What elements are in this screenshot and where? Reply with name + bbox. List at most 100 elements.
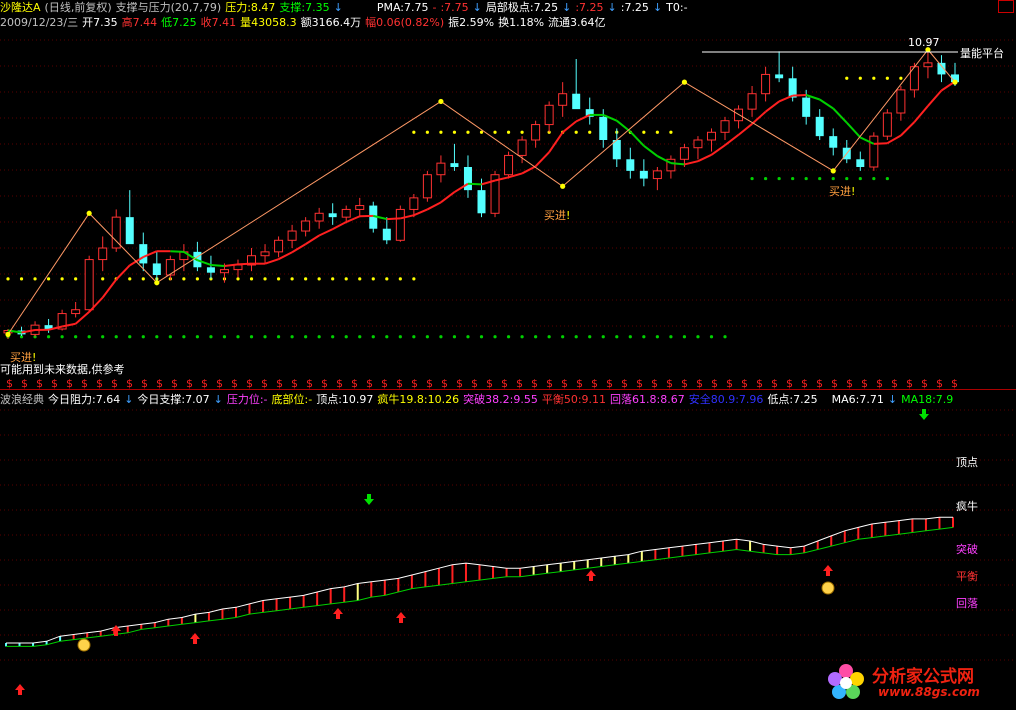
level-dot bbox=[331, 277, 335, 281]
level-dot bbox=[385, 277, 389, 281]
ma-line-segment bbox=[115, 264, 131, 281]
candle-body bbox=[572, 93, 581, 110]
chart-canvas[interactable]: $ $ $ $ $ $ $ $ $ $ $ $ $ $ $ $ $ $ $ $ $ $ $ $ $ $ $ $ $ $ $ $ $ $ $ $ $ $ $ $… bbox=[0, 0, 1016, 710]
candle-body bbox=[450, 163, 459, 167]
level-dot bbox=[236, 277, 240, 281]
dollar-marker: $ bbox=[531, 377, 538, 390]
level-dot bbox=[696, 335, 700, 339]
level-dot bbox=[872, 176, 876, 181]
money-bag-icon bbox=[821, 581, 835, 595]
level-dot bbox=[574, 335, 578, 339]
dollar-marker: $ bbox=[636, 377, 643, 390]
level-dot bbox=[249, 335, 254, 339]
candle-body bbox=[260, 251, 270, 257]
candle-body bbox=[219, 269, 229, 274]
level-dot bbox=[588, 335, 592, 339]
level-dot bbox=[195, 277, 199, 281]
candle-body bbox=[720, 120, 730, 133]
level-dot bbox=[155, 335, 159, 339]
candle-body bbox=[679, 147, 689, 160]
level-dot bbox=[371, 277, 375, 281]
level-dot bbox=[439, 130, 443, 134]
candle-body bbox=[544, 104, 554, 126]
dollar-marker: $ bbox=[261, 377, 268, 390]
zigzag-point bbox=[5, 331, 11, 337]
level-crazy-bull: 疯牛 bbox=[956, 500, 978, 513]
level-dot bbox=[344, 335, 348, 339]
candle-body bbox=[652, 170, 662, 180]
ma-line-segment bbox=[534, 151, 550, 168]
dollar-marker: $ bbox=[921, 377, 928, 390]
ma-line-segment bbox=[697, 153, 712, 163]
level-dot bbox=[466, 130, 470, 134]
dollar-marker: $ bbox=[606, 377, 613, 390]
candle-body bbox=[856, 159, 865, 167]
candle-body bbox=[517, 139, 527, 156]
dollar-marker: $ bbox=[876, 377, 883, 390]
ma-line-segment bbox=[278, 251, 293, 261]
ma-line-segment bbox=[670, 162, 685, 166]
dollar-marker: $ bbox=[906, 377, 913, 390]
level-dot bbox=[141, 335, 145, 339]
candle-body bbox=[341, 208, 351, 218]
dollar-marker: $ bbox=[96, 377, 103, 390]
dollar-marker: $ bbox=[561, 377, 568, 390]
dollar-marker: $ bbox=[831, 377, 838, 390]
level-dot bbox=[6, 277, 10, 281]
ma-line-segment bbox=[684, 160, 699, 166]
ma-line-segment bbox=[291, 243, 307, 254]
watermark-title: 分析家公式网 bbox=[872, 667, 974, 687]
ma-line-segment bbox=[264, 258, 279, 265]
level-dot bbox=[642, 335, 646, 339]
dollar-marker: $ bbox=[666, 377, 673, 390]
site-watermark: 分析家公式网 www.88gs.com bbox=[820, 660, 1010, 704]
zigzag-point bbox=[86, 210, 92, 216]
level-dot bbox=[723, 335, 727, 339]
level-dot bbox=[479, 130, 484, 134]
level-dot bbox=[33, 277, 37, 281]
ma-line-segment bbox=[562, 120, 577, 134]
dollar-marker: $ bbox=[366, 377, 373, 390]
level-dot bbox=[845, 76, 849, 80]
level-dot bbox=[669, 130, 673, 134]
candle-body bbox=[125, 217, 134, 245]
level-dot bbox=[520, 130, 524, 134]
candle-body bbox=[152, 263, 161, 275]
ma-line-segment bbox=[413, 208, 428, 217]
candle-body bbox=[463, 167, 472, 191]
level-balance: 平衡 bbox=[956, 570, 978, 583]
ma-line-segment bbox=[318, 228, 334, 237]
ma-line-segment bbox=[764, 100, 780, 113]
candle-body bbox=[504, 154, 514, 176]
level-dot bbox=[331, 335, 335, 339]
level-dot bbox=[764, 176, 768, 181]
level-dot bbox=[101, 335, 105, 339]
dollar-marker: $ bbox=[951, 377, 958, 390]
level-dot bbox=[141, 277, 145, 281]
level-dot bbox=[222, 335, 227, 339]
candle-body bbox=[477, 190, 486, 214]
level-dot bbox=[804, 176, 808, 181]
ma-line-segment bbox=[737, 123, 753, 136]
ma-line-segment bbox=[386, 217, 401, 221]
level-dot bbox=[791, 176, 795, 181]
dollar-marker: $ bbox=[276, 377, 283, 390]
dollar-marker: $ bbox=[516, 377, 523, 390]
level-dot bbox=[182, 335, 186, 339]
peak-label: 10.97 bbox=[908, 36, 940, 49]
level-dot bbox=[290, 335, 294, 339]
dollar-marker: $ bbox=[816, 377, 823, 390]
zigzag-point bbox=[952, 79, 958, 85]
dollar-marker: $ bbox=[411, 377, 418, 390]
level-dot bbox=[466, 335, 470, 339]
down-arrow-icon bbox=[364, 494, 374, 505]
candle-body bbox=[71, 309, 81, 315]
dollar-marker: $ bbox=[486, 377, 493, 390]
level-dot bbox=[858, 76, 862, 80]
platform-label: 量能平台 bbox=[960, 47, 1004, 60]
level-dot bbox=[263, 335, 267, 339]
dollar-marker: $ bbox=[336, 377, 343, 390]
candle-body bbox=[802, 97, 811, 117]
ma-line-segment bbox=[819, 98, 834, 110]
level-dot bbox=[506, 335, 511, 339]
